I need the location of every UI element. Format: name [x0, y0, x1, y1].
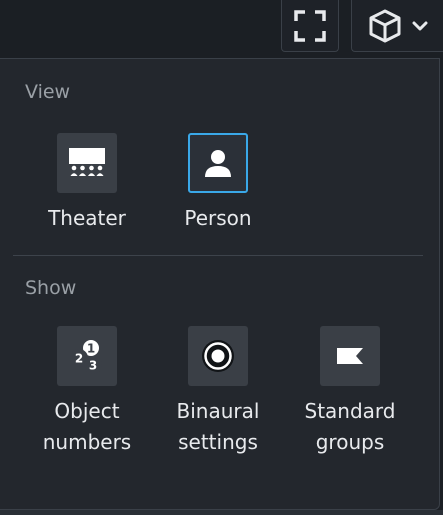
standard-groups-tile[interactable] — [320, 326, 380, 386]
fullscreen-button[interactable] — [281, 0, 339, 52]
view-option-person[interactable]: Person — [148, 133, 288, 234]
view-option-theater-label: Theater — [48, 206, 126, 230]
person-tile[interactable] — [188, 133, 248, 193]
svg-text:1: 1 — [87, 342, 95, 356]
view-option-theater[interactable]: Theater — [17, 133, 157, 234]
show-option-binaural-settings-label: Binaural settings — [176, 399, 260, 454]
view-mode-dropdown-button[interactable] — [351, 0, 443, 52]
show-option-object-numbers[interactable]: 1 2 3 Object numbers — [17, 326, 157, 458]
theater-tile[interactable] — [57, 133, 117, 193]
show-option-binaural-settings[interactable]: Binaural settings — [148, 326, 288, 458]
person-icon — [205, 150, 231, 177]
cube-icon — [369, 9, 400, 42]
object-numbers-tile[interactable]: 1 2 3 — [57, 326, 117, 386]
section-divider — [13, 255, 423, 256]
standard-groups-icon — [337, 348, 363, 364]
binaural-tile[interactable] — [188, 326, 248, 386]
view-option-person-label: Person — [184, 206, 252, 230]
fullscreen-icon — [294, 9, 326, 42]
show-option-standard-groups-label: Standard groups — [304, 399, 396, 454]
show-option-object-numbers-label: Object numbers — [42, 399, 132, 454]
view-section-title: View — [25, 81, 71, 103]
svg-text:3: 3 — [89, 359, 97, 373]
show-section-title: Show — [25, 277, 77, 299]
theater-icon — [69, 148, 105, 176]
top-toolbar — [0, 0, 443, 58]
binaural-icon — [202, 340, 234, 372]
view-options-panel: View Theater Person Show 1 2 3 Object nu… — [0, 58, 440, 510]
bottom-edge — [0, 510, 443, 515]
show-option-standard-groups[interactable]: Standard groups — [280, 326, 420, 458]
object-numbers-icon: 1 2 3 — [70, 340, 102, 374]
svg-text:2: 2 — [75, 352, 83, 366]
chevron-down-icon — [412, 21, 427, 30]
